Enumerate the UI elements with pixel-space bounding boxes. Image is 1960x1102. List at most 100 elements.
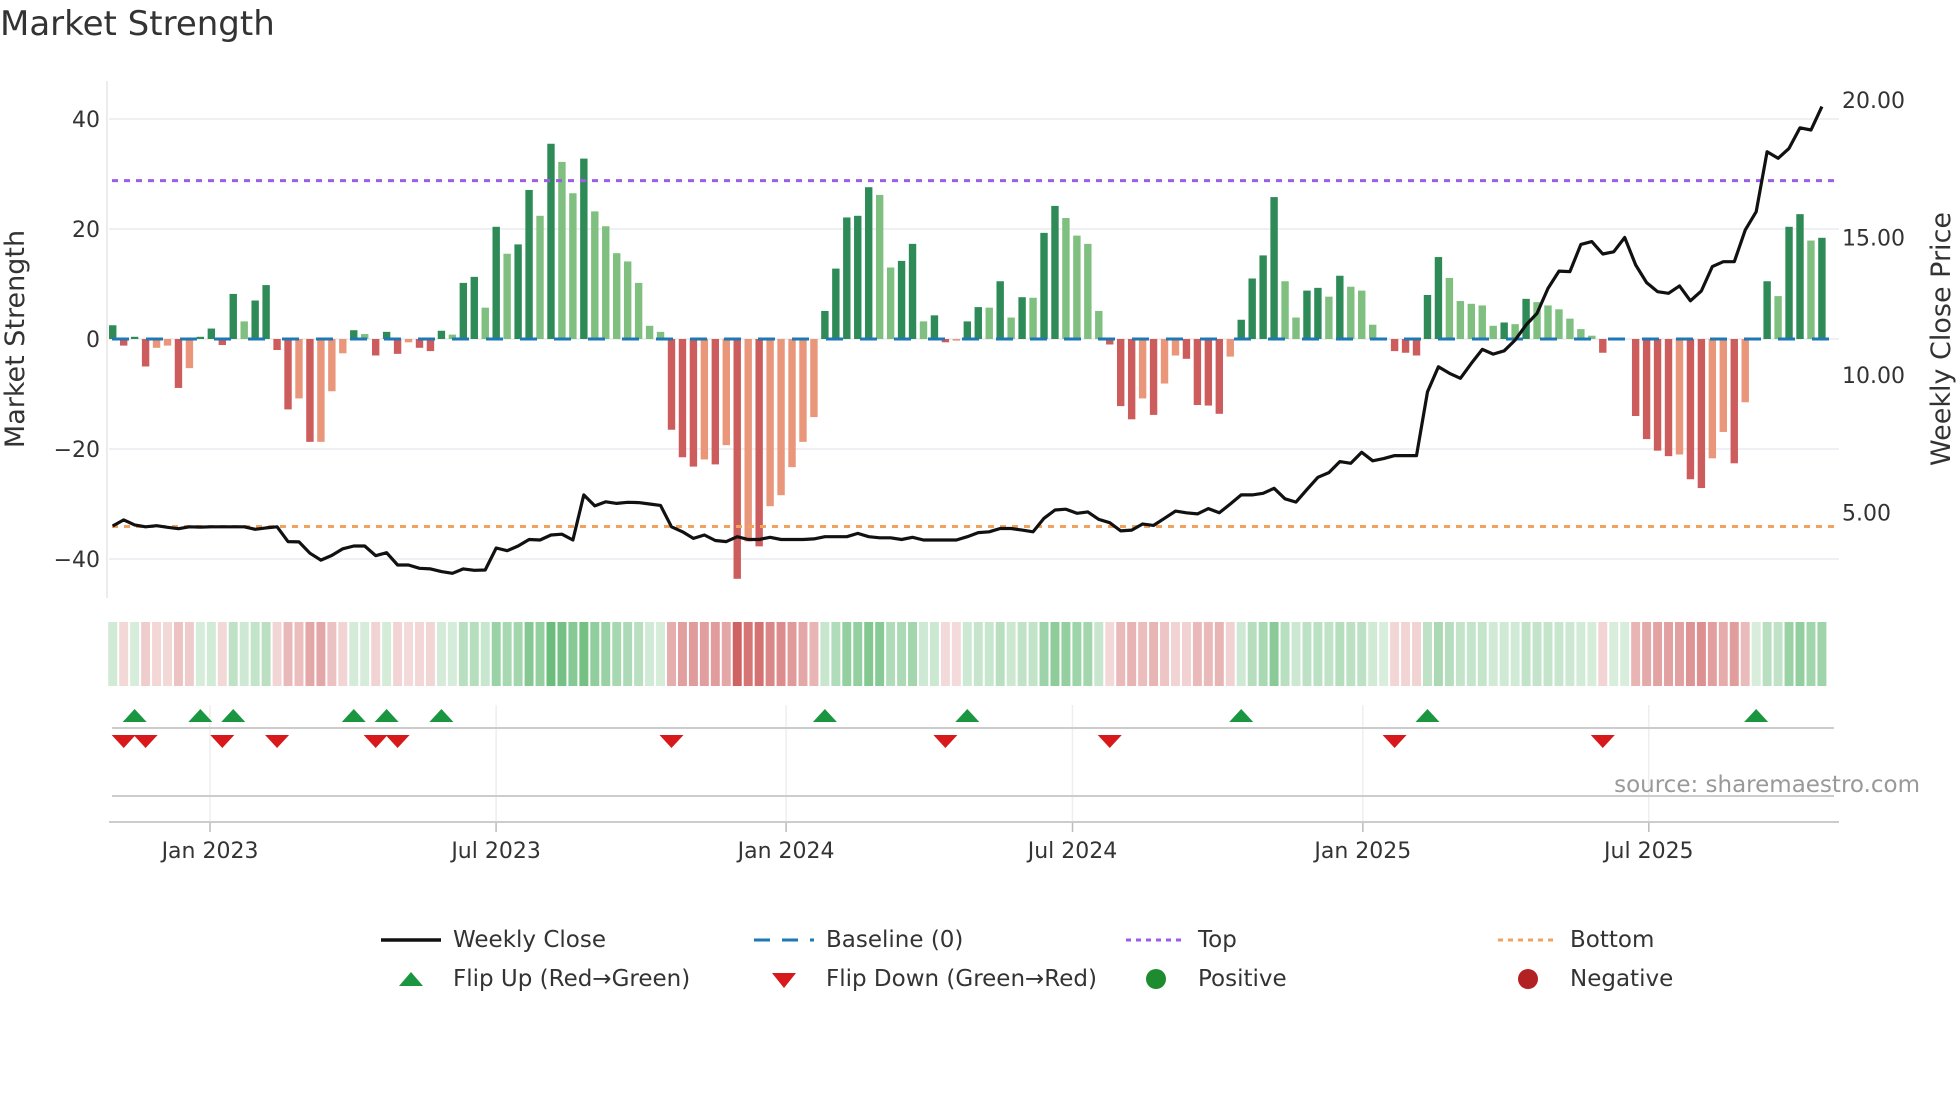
heat-cell	[721, 622, 731, 686]
strength-bar	[306, 339, 314, 442]
heat-cell	[645, 622, 655, 686]
legend-item-negative[interactable]: Negative	[1498, 964, 1673, 994]
strength-bar	[733, 339, 741, 579]
heat-cell	[546, 622, 556, 686]
strength-bar	[580, 158, 588, 339]
reference-lines	[112, 179, 1836, 529]
legend-item-baseline[interactable]: Baseline (0)	[754, 925, 963, 955]
x-tick-label: Jul 2024	[1026, 839, 1118, 864]
strength-bar	[711, 339, 720, 465]
strength-bar	[886, 267, 895, 339]
heat-cell	[173, 622, 183, 686]
heat-cell	[853, 622, 863, 686]
heat-cell	[184, 622, 194, 686]
flip-down-marker	[265, 735, 290, 748]
heat-cell	[1006, 622, 1016, 686]
heat-cell	[1225, 622, 1235, 686]
heat-cell	[447, 622, 457, 686]
strength-bar	[317, 339, 325, 442]
heat-cell	[1587, 622, 1597, 686]
strength-bar	[470, 276, 478, 339]
heat-cell	[1138, 622, 1148, 686]
legend-item-weekly-close[interactable]: Weekly Close	[381, 925, 606, 955]
heat-cell	[1017, 622, 1027, 686]
strength-bar	[1467, 303, 1476, 339]
strength-bar	[393, 339, 402, 354]
legend-label: Weekly Close	[453, 927, 606, 953]
strength-bar	[821, 310, 829, 339]
dotted-line-icon	[1126, 938, 1186, 942]
strength-bar	[1390, 339, 1399, 352]
y2-axis-title: Weekly Close Price	[1926, 212, 1957, 466]
strength-bar	[426, 339, 435, 352]
heat-cell	[1401, 622, 1411, 686]
strength-bar	[678, 339, 687, 458]
heat-cell	[809, 622, 819, 686]
heat-cell	[480, 622, 490, 686]
heat-cell	[1291, 622, 1301, 686]
x-tick-label: Jul 2023	[449, 839, 541, 864]
strength-bars	[109, 143, 1826, 579]
heat-cell	[962, 622, 972, 686]
legend-item-bottom[interactable]: Bottom	[1498, 925, 1654, 955]
heat-cell	[590, 622, 600, 686]
heat-cell	[973, 622, 983, 686]
strength-bar	[1204, 339, 1213, 406]
heat-cell	[1740, 622, 1750, 686]
strength-bar	[371, 339, 380, 356]
legend-label: Flip Down (Green→Red)	[826, 966, 1097, 992]
strength-bar	[1730, 339, 1738, 464]
heat-cell	[776, 622, 786, 686]
flip-down-marker	[1097, 735, 1122, 748]
legend-item-positive[interactable]: Positive	[1126, 964, 1287, 994]
heat-cell	[1532, 622, 1542, 686]
strength-bar	[689, 339, 698, 467]
heat-cell	[688, 622, 698, 686]
legend-label: Bottom	[1570, 927, 1655, 953]
flip-down-marker	[210, 735, 235, 748]
strength-bar	[569, 193, 577, 339]
market-strength-chart: 40 20 0 −20 −40 20.00 15.00 10.00 5.00 Market Str…	[0, 81, 1957, 864]
heat-cell	[1379, 622, 1389, 686]
strength-bar	[996, 281, 1004, 339]
heat-cell	[1729, 622, 1739, 686]
heat-cell	[1028, 622, 1038, 686]
heat-cell	[1609, 622, 1619, 686]
heat-cell	[1488, 622, 1498, 686]
strength-bar	[1500, 322, 1508, 339]
strength-bar	[1149, 339, 1158, 415]
strength-bar	[251, 300, 259, 339]
legend-swatch	[381, 925, 441, 955]
strength-bar	[1763, 281, 1771, 339]
legend-item-flip-down[interactable]: Flip Down (Green→Red)	[754, 964, 1097, 994]
strength-bar	[1708, 339, 1717, 459]
legend-item-top[interactable]: Top	[1126, 925, 1237, 955]
heat-cell	[1171, 622, 1180, 686]
x-tick-label: Jan 2024	[736, 839, 835, 864]
heat-cell	[710, 622, 720, 686]
heat-cell	[1368, 622, 1378, 686]
triangle-down-icon	[772, 973, 796, 988]
heat-cell	[1335, 622, 1345, 686]
strength-bar	[952, 339, 961, 341]
legend-swatch	[754, 925, 814, 955]
strength-bar	[832, 268, 840, 339]
flip-markers	[109, 705, 1839, 823]
strength-bar	[1368, 324, 1377, 339]
heat-cell	[294, 622, 304, 686]
heat-cell	[1477, 622, 1487, 686]
heat-cell	[820, 622, 830, 686]
strength-bar	[1653, 339, 1662, 451]
strength-bar	[262, 285, 270, 339]
strength-bar	[1127, 339, 1136, 420]
heat-cell	[1072, 622, 1082, 686]
heat-cell	[1105, 622, 1115, 686]
strength-bar	[722, 339, 730, 446]
strength-bar	[547, 143, 555, 339]
legend-label: Flip Up (Red→Green)	[453, 966, 691, 992]
heat-cell	[897, 622, 907, 686]
heat-cell	[535, 622, 545, 686]
heat-cell	[1598, 622, 1608, 686]
strength-bar	[1237, 319, 1245, 339]
legend-item-flip-up[interactable]: Flip Up (Red→Green)	[381, 964, 690, 994]
